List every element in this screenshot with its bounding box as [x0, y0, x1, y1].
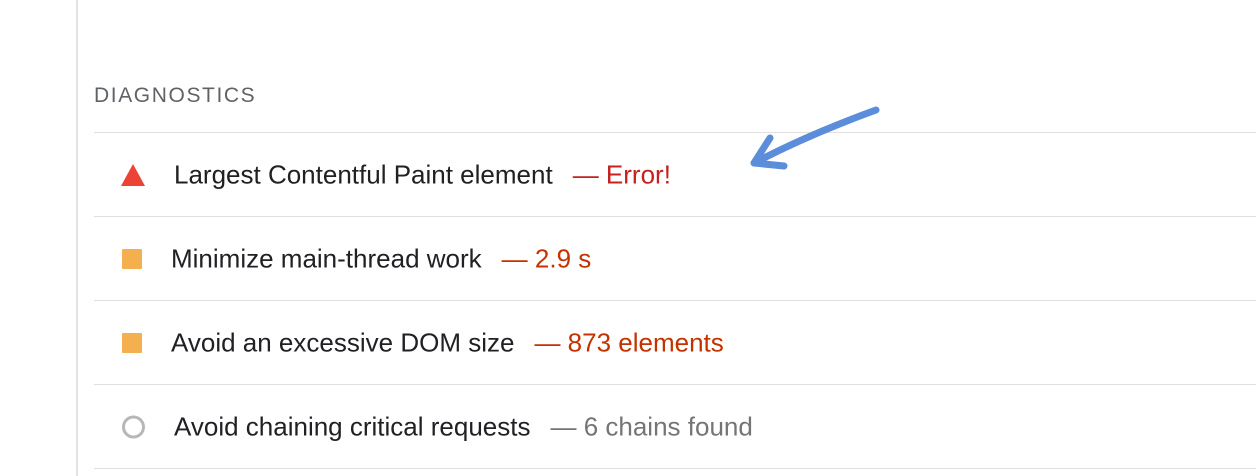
audit-label: Avoid chaining critical requests	[174, 411, 531, 441]
audit-list: Largest Contentful Paint element — Error!…	[94, 132, 1256, 469]
audit-row-dom-size[interactable]: Avoid an excessive DOM size — 873 element…	[94, 301, 1256, 385]
audit-row-main-thread-work[interactable]: Minimize main-thread work — 2.9 s	[94, 217, 1256, 301]
audit-title: Avoid chaining critical requests — 6 chai…	[174, 411, 753, 442]
triangle-error-icon	[121, 163, 145, 186]
audit-title: Largest Contentful Paint element — Error!	[174, 159, 671, 190]
audit-label: Avoid an excessive DOM size	[171, 327, 515, 357]
audit-display-value: — 873 elements	[534, 327, 724, 357]
square-warning-icon	[122, 332, 142, 353]
audit-display-value: — 6 chains found	[550, 411, 753, 441]
audit-row-lcp-element[interactable]: Largest Contentful Paint element — Error!	[94, 133, 1256, 217]
audit-label: Minimize main-thread work	[171, 243, 482, 273]
audit-display-value: — Error!	[572, 159, 671, 189]
left-divider	[76, 0, 78, 476]
audit-title: Avoid an excessive DOM size — 873 element…	[171, 327, 724, 358]
diagnostics-page: DIAGNOSTICS Largest Contentful Paint ele…	[0, 0, 1256, 476]
audit-display-value: — 2.9 s	[501, 243, 592, 273]
square-warning-icon	[122, 248, 142, 269]
section-title: DIAGNOSTICS	[94, 84, 257, 107]
circle-info-icon	[122, 415, 145, 438]
audit-label: Largest Contentful Paint element	[174, 159, 553, 189]
annotation-arrow-icon	[750, 106, 880, 170]
audit-row-critical-request-chains[interactable]: Avoid chaining critical requests — 6 chai…	[94, 385, 1256, 469]
audit-title: Minimize main-thread work — 2.9 s	[171, 243, 591, 274]
